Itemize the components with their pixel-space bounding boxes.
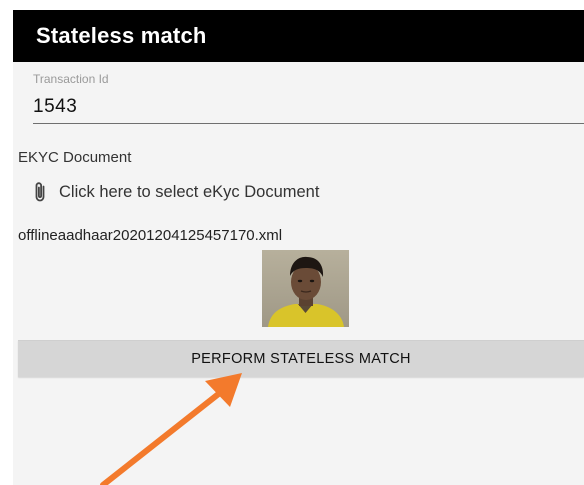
paperclip-icon	[35, 182, 45, 202]
transaction-id-field[interactable]	[33, 94, 584, 124]
transaction-id-label: Transaction Id	[33, 72, 109, 86]
select-ekyc-document-text: Click here to select eKyc Document	[59, 182, 320, 201]
app-screen: Stateless match Transaction Id EKYC Docu…	[13, 10, 584, 485]
perform-stateless-match-button[interactable]: PERFORM STATELESS MATCH	[18, 340, 584, 377]
app-bar: Stateless match	[13, 10, 584, 62]
app-title: Stateless match	[36, 23, 207, 48]
ekyc-document-label: EKYC Document	[18, 149, 132, 166]
select-ekyc-document-button[interactable]: Click here to select eKyc Document	[29, 180, 319, 204]
selected-file-name: offlineaadhaar20201204125457170.xml	[18, 227, 283, 244]
user-photo	[262, 250, 349, 327]
